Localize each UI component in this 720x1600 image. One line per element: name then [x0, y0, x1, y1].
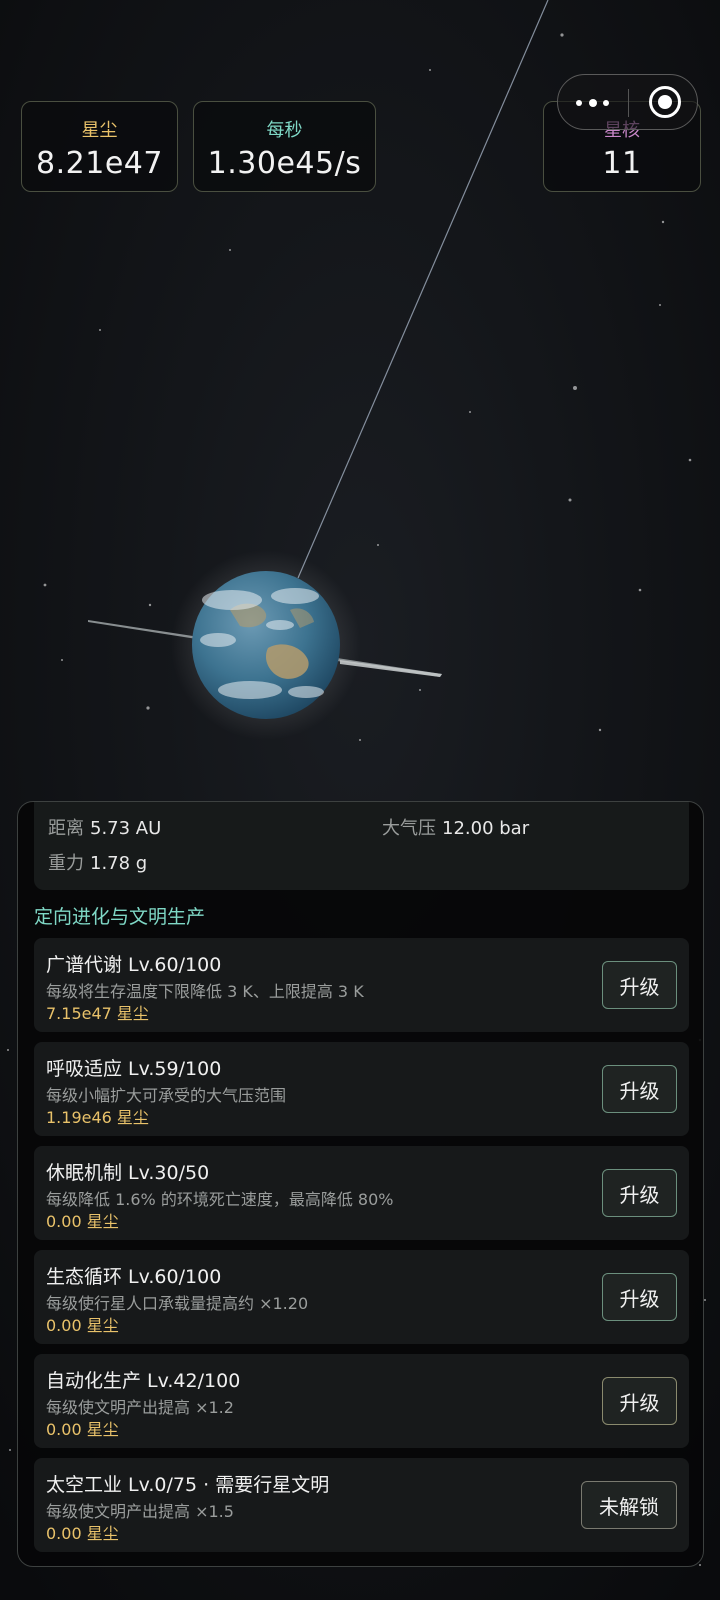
upgrade-button[interactable]: 升级 — [602, 1169, 677, 1217]
evolution-panel: 距离 5.73 AU 大气压 12.00 bar 重力 1.78 g 定向进化与文明生… — [17, 801, 704, 1567]
per-second-label: 每秒 — [266, 120, 303, 141]
distance-label: 距离 — [48, 818, 84, 839]
per-second-stat: 每秒 1.30e45/s — [193, 101, 376, 192]
upgrade-name: 太空工业 Lv.0/75 · 需要行星文明 — [46, 1474, 330, 1496]
upgrade-card: 自动化生产 Lv.42/100 每级使文明产出提高 ×1.2 0.00 星尘 升… — [34, 1354, 689, 1448]
upgrade-desc: 每级降低 1.6% 的环境死亡速度，最高降低 80% — [46, 1190, 394, 1209]
upgrade-name: 呼吸适应 Lv.59/100 — [46, 1058, 222, 1080]
gravity-value: 1.78 g — [90, 853, 148, 874]
gravity-prop: 重力 1.78 g — [48, 849, 147, 875]
upgrade-card: 生态循环 Lv.60/100 每级使行星人口承载量提高约 ×1.20 0.00 … — [34, 1250, 689, 1344]
planet-properties: 距离 5.73 AU 大气压 12.00 bar 重力 1.78 g — [34, 802, 689, 890]
section-title: 定向进化与文明生产 — [34, 906, 206, 928]
upgrade-cost: 0.00 星尘 — [46, 1316, 119, 1335]
upgrade-button[interactable]: 升级 — [602, 1273, 677, 1321]
upgrade-desc: 每级使行星人口承载量提高约 ×1.20 — [46, 1294, 309, 1313]
upgrade-button[interactable]: 升级 — [602, 1065, 677, 1113]
stardust-stat: 星尘 8.21e47 — [21, 101, 178, 192]
upgrade-desc: 每级使文明产出提高 ×1.5 — [46, 1502, 234, 1521]
upgrade-cost: 0.00 星尘 — [46, 1420, 119, 1439]
pressure-prop: 大气压 12.00 bar — [382, 814, 529, 840]
upgrade-cost: 0.00 星尘 — [46, 1524, 119, 1543]
target-icon[interactable] — [649, 86, 681, 118]
upgrade-name: 休眠机制 Lv.30/50 — [46, 1162, 210, 1184]
pressure-value: 12.00 bar — [442, 818, 530, 839]
upgrade-name: 自动化生产 Lv.42/100 — [46, 1370, 241, 1392]
upgrade-card: 休眠机制 Lv.30/50 每级降低 1.6% 的环境死亡速度，最高降低 80%… — [34, 1146, 689, 1240]
upgrade-name: 广谱代谢 Lv.60/100 — [46, 954, 222, 976]
upgrade-cost: 0.00 星尘 — [46, 1212, 119, 1231]
upgrade-cost: 1.19e46 星尘 — [46, 1108, 149, 1127]
star-core-value: 11 — [602, 146, 642, 181]
capsule-divider — [628, 89, 629, 117]
upgrade-card: 广谱代谢 Lv.60/100 每级将生存温度下限降低 3 K、上限提高 3 K … — [34, 938, 689, 1032]
gravity-label: 重力 — [48, 853, 84, 874]
upgrade-name: 生态循环 Lv.60/100 — [46, 1266, 222, 1288]
upgrade-button[interactable]: 升级 — [602, 961, 677, 1009]
distance-prop: 距离 5.73 AU — [48, 814, 161, 840]
locked-button[interactable]: 未解锁 — [581, 1481, 677, 1529]
upgrade-desc: 每级使文明产出提高 ×1.2 — [46, 1398, 234, 1417]
mini-program-capsule — [557, 74, 698, 130]
stardust-label: 星尘 — [81, 120, 118, 141]
upgrade-desc: 每级将生存温度下限降低 3 K、上限提高 3 K — [46, 982, 364, 1001]
per-second-value: 1.30e45/s — [207, 146, 362, 181]
stardust-value: 8.21e47 — [36, 146, 163, 181]
upgrade-card: 呼吸适应 Lv.59/100 每级小幅扩大可承受的大气压范围 1.19e46 星… — [34, 1042, 689, 1136]
upgrade-desc: 每级小幅扩大可承受的大气压范围 — [46, 1086, 287, 1105]
upgrade-button[interactable]: 升级 — [602, 1377, 677, 1425]
pressure-label: 大气压 — [382, 818, 436, 839]
distance-value: 5.73 AU — [90, 818, 162, 839]
more-dots-icon[interactable] — [576, 91, 610, 115]
upgrade-cost: 7.15e47 星尘 — [46, 1004, 149, 1023]
upgrade-card: 太空工业 Lv.0/75 · 需要行星文明 每级使文明产出提高 ×1.5 0.0… — [34, 1458, 689, 1552]
